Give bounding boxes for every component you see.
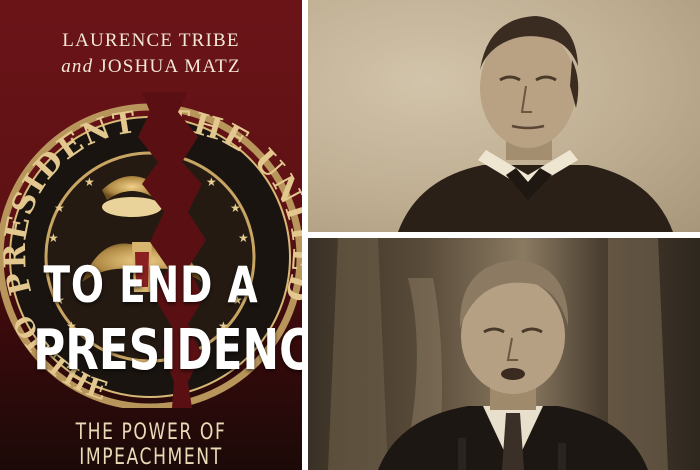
cover-title-line-1: TO END A bbox=[43, 256, 259, 314]
cover-author-connector: and bbox=[61, 56, 94, 77]
speaker-figure-bottom bbox=[328, 238, 668, 470]
svg-text:★: ★ bbox=[238, 231, 249, 245]
svg-text:★: ★ bbox=[54, 201, 65, 215]
svg-text:★: ★ bbox=[84, 175, 95, 189]
cover-author-2: and JOSHUA MATZ bbox=[0, 56, 302, 78]
speaker-photo-bottom bbox=[308, 238, 700, 470]
svg-text:★: ★ bbox=[230, 201, 241, 215]
svg-text:★: ★ bbox=[48, 231, 59, 245]
cover-subtitle: THE POWER OF IMPEACHMENT bbox=[75, 420, 227, 470]
cover-author-2-name: JOSHUA MATZ bbox=[99, 56, 241, 77]
portrait-photo-top bbox=[308, 0, 700, 232]
portrait-figure-top bbox=[398, 16, 673, 232]
cover-author-1: LAURENCE TRIBE bbox=[62, 30, 240, 51]
cover-title-line-2: PRESIDENCY bbox=[33, 318, 302, 383]
book-cover: LAURENCE TRIBE and JOSHUA MATZ PRESIDENT… bbox=[0, 0, 302, 470]
svg-text:★: ★ bbox=[206, 175, 217, 189]
